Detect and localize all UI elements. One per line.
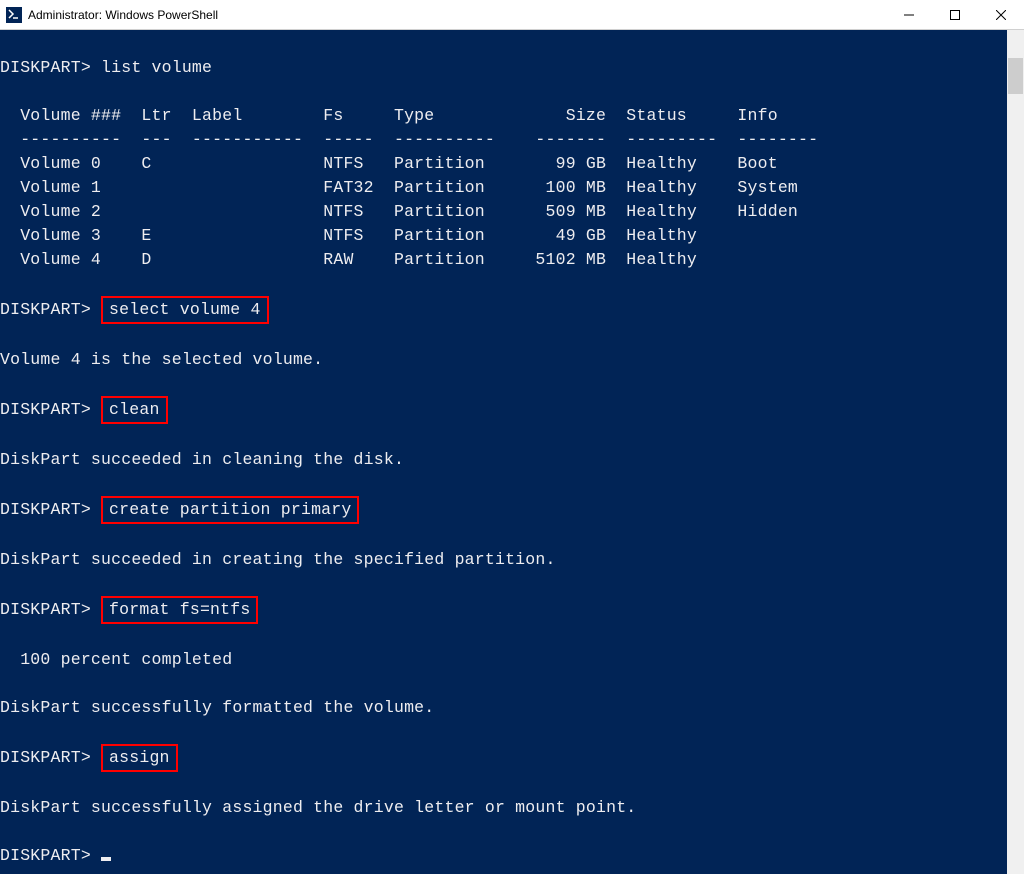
window-controls bbox=[886, 0, 1024, 29]
minimize-button[interactable] bbox=[886, 0, 932, 29]
cmd-select-volume: select volume 4 bbox=[101, 296, 269, 324]
terminal[interactable]: DISKPART> list volume Volume ### Ltr Lab… bbox=[0, 30, 1024, 874]
scroll-thumb[interactable] bbox=[1008, 58, 1023, 94]
maximize-button[interactable] bbox=[932, 0, 978, 29]
cmd-clean: clean bbox=[101, 396, 168, 424]
titlebar: Administrator: Windows PowerShell bbox=[0, 0, 1024, 30]
scrollbar[interactable] bbox=[1007, 30, 1024, 874]
cmd-create-partition: create partition primary bbox=[101, 496, 359, 524]
cmd-assign: assign bbox=[101, 744, 178, 772]
terminal-output: DISKPART> list volume Volume ### Ltr Lab… bbox=[0, 30, 1024, 870]
window-title: Administrator: Windows PowerShell bbox=[28, 8, 886, 22]
close-button[interactable] bbox=[978, 0, 1024, 29]
powershell-icon bbox=[6, 7, 22, 23]
cmd-format: format fs=ntfs bbox=[101, 596, 258, 624]
cursor bbox=[101, 857, 111, 861]
